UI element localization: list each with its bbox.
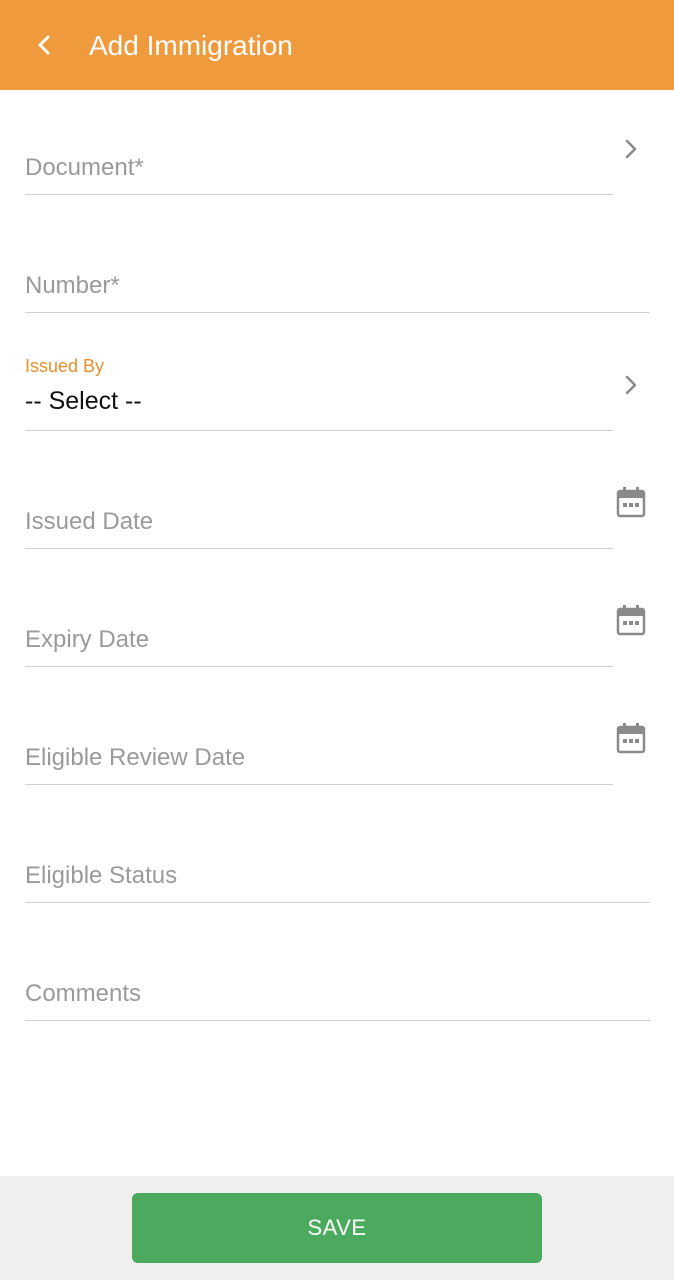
chevron-right-icon [625,375,637,395]
eligible-review-date-underline [25,784,613,785]
chevron-left-icon [38,35,50,55]
issued-by-value: -- Select -- [25,387,142,415]
app-bar: Add Immigration [0,0,674,90]
issued-date-underline [25,548,613,549]
comments-field[interactable]: Comments [25,946,650,1021]
issued-date-field[interactable]: Issued Date [25,474,613,549]
document-underline [25,194,613,195]
calendar-icon [616,605,646,636]
issued-by-label: Issued By [25,356,105,376]
comments-placeholder: Comments [25,980,142,1007]
eligible-review-date-placeholder: Eligible Review Date [25,744,246,771]
number-placeholder: Number* [25,272,120,299]
eligible-status-underline [25,902,650,903]
eligible-review-date-field[interactable]: Eligible Review Date [25,710,613,785]
expiry-date-picker-button[interactable] [614,603,648,637]
comments-underline [25,1020,650,1021]
expiry-date-underline [25,666,613,667]
eligible-status-placeholder: Eligible Status [25,862,178,889]
save-button[interactable]: SAVE [132,1193,542,1263]
expiry-date-placeholder: Expiry Date [25,626,150,653]
page-title: Add Immigration [89,30,293,61]
eligible-review-date-picker-button[interactable] [614,721,648,755]
issued-date-placeholder: Issued Date [25,508,154,535]
back-button[interactable] [28,29,60,61]
chevron-right-icon [625,139,637,159]
eligible-status-field[interactable]: Eligible Status [25,828,650,903]
issued-by-underline [25,430,613,431]
document-picker-button[interactable] [614,132,648,166]
calendar-icon [616,487,646,518]
number-field[interactable]: Number* [25,238,650,313]
number-underline [25,312,650,313]
document-placeholder: Document* [25,154,144,181]
document-field[interactable]: Document* [25,120,613,195]
calendar-icon [616,723,646,754]
issued-by-picker-button[interactable] [614,368,648,402]
expiry-date-field[interactable]: Expiry Date [25,592,613,667]
issued-date-picker-button[interactable] [614,485,648,519]
issued-by-field[interactable]: Issued By -- Select -- [25,355,613,431]
